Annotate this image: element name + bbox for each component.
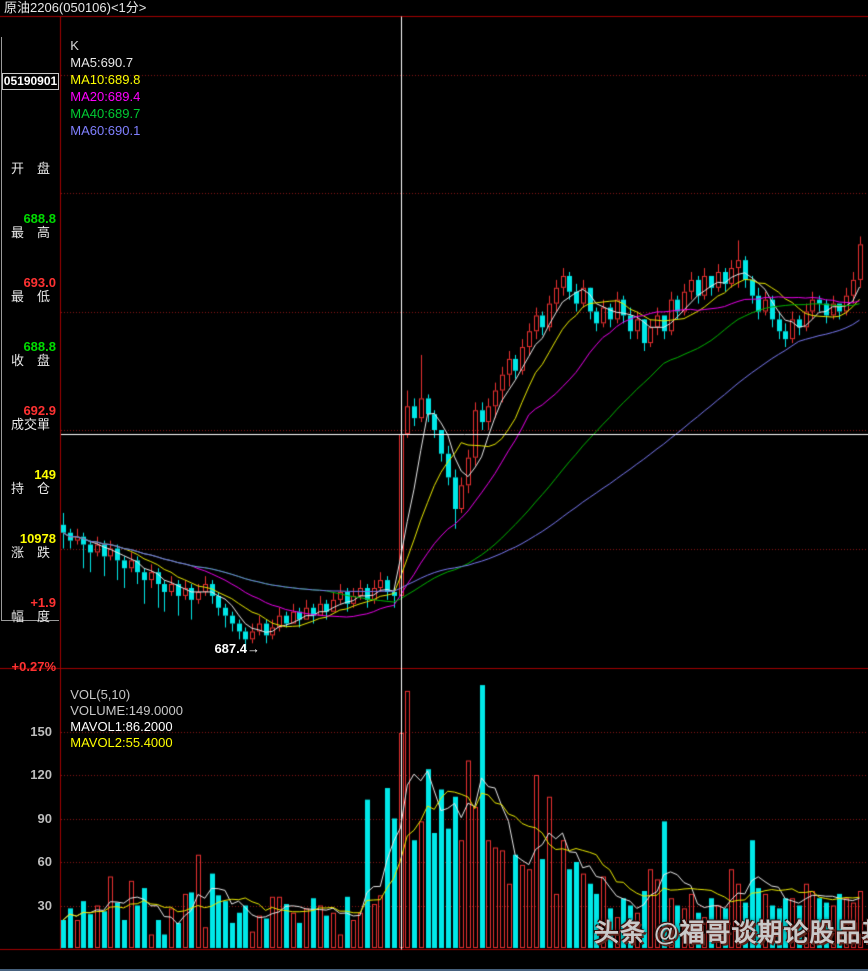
vol-params: VOL(5,10) (70, 687, 130, 702)
quote-datetime: 05190901 (2, 73, 59, 90)
quote-label: 开 盘 (2, 162, 59, 176)
volume-value: VOLUME:149.0000 (70, 703, 183, 718)
watermark: 头条 @福哥谈期论股品基 (594, 913, 868, 949)
quote-label: 收 盘 (2, 354, 59, 368)
quote-label: 涨 跌 (2, 546, 59, 560)
kline-indicator-label: K (70, 38, 79, 53)
ma60-value: MA60:690.1 (70, 123, 140, 138)
vol-tick-30: 30 (0, 898, 52, 913)
vol-tick-90: 90 (0, 811, 52, 826)
vol-tick-60: 60 (0, 854, 52, 869)
quote-label: 最 低 (2, 290, 59, 304)
vol-tick-120: 120 (0, 767, 52, 782)
quote-label: 持 仓 (2, 482, 59, 496)
vol-tick-150: 150 (0, 724, 52, 739)
ma5-value: MA5:690.7 (70, 55, 133, 70)
volume-indicator-header: VOL(5,10) VOLUME:149.0000 MAVOL1:86.2000… (63, 671, 192, 687)
window-title: 原油2206(050106)<1分> (0, 0, 868, 16)
session-low-annotation: 687.4→ (198, 641, 260, 656)
ma-indicator-header: K MA5:690.7 MA10:689.8 MA20:689.4 MA40:6… (63, 20, 151, 37)
kline-chart-canvas[interactable] (0, 0, 868, 971)
quote-label: 成交單 (2, 418, 59, 432)
ma10-value: MA10:689.8 (70, 72, 140, 87)
quote-label: 最 高 (2, 226, 59, 240)
mavol1-value: MAVOL1:86.2000 (70, 719, 172, 734)
ma20-value: MA20:689.4 (70, 89, 140, 104)
mavol2-value: MAVOL2:55.4000 (70, 735, 172, 750)
quote-row-open: 开 盘 688.8 (2, 126, 59, 154)
ma40-value: MA40:689.7 (70, 106, 140, 121)
quote-value: +0.27% (2, 660, 59, 674)
quote-info-panel: 05190901 开 盘 688.8 最 高 693.0 最 低 688.8 收… (1, 37, 59, 621)
quote-label: 幅 度 (2, 610, 59, 624)
